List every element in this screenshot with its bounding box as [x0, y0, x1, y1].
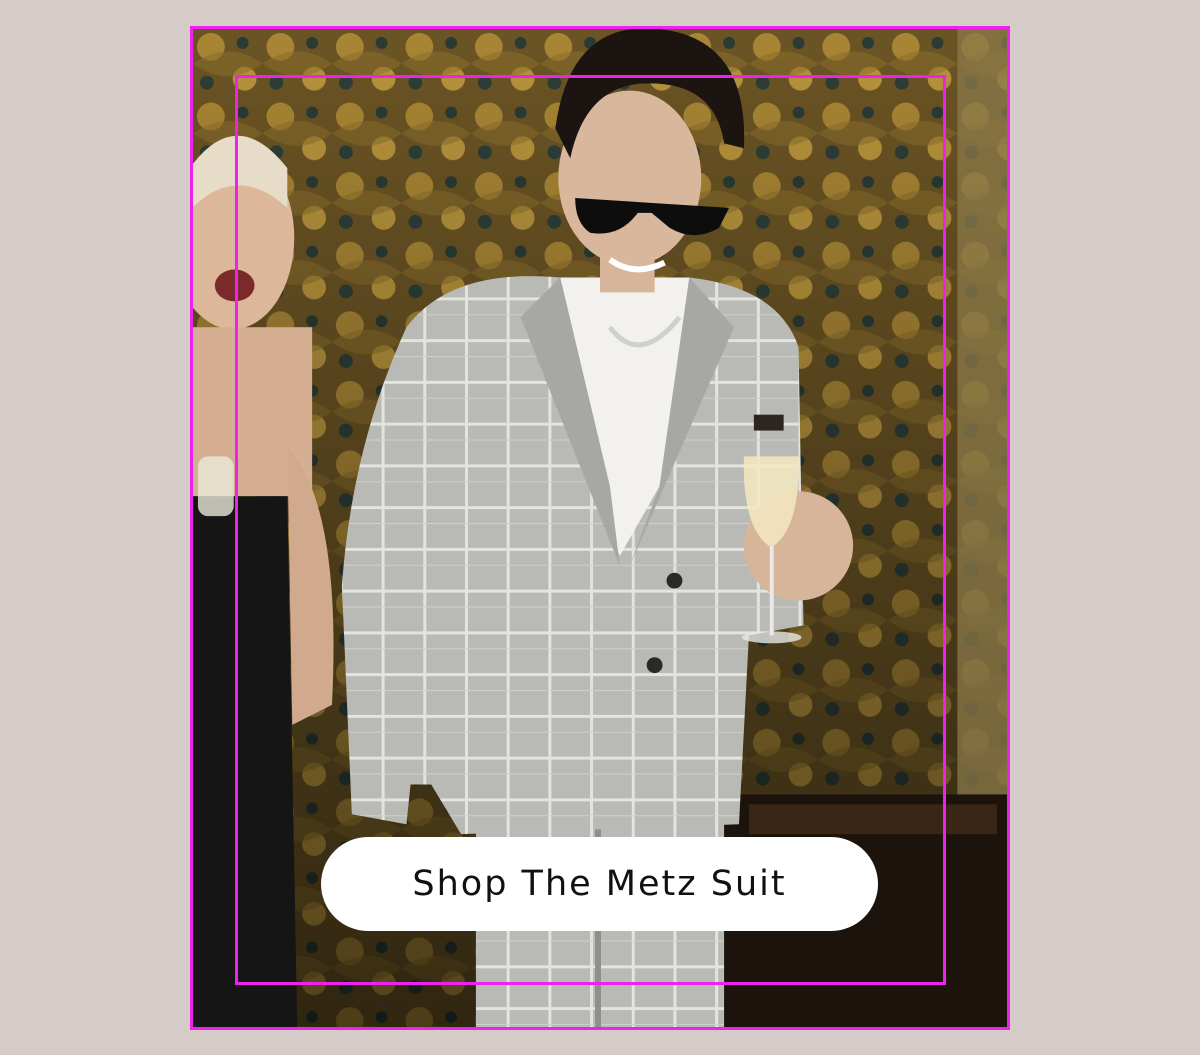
shop-metz-suit-button[interactable]: Shop The Metz Suit	[321, 837, 878, 931]
